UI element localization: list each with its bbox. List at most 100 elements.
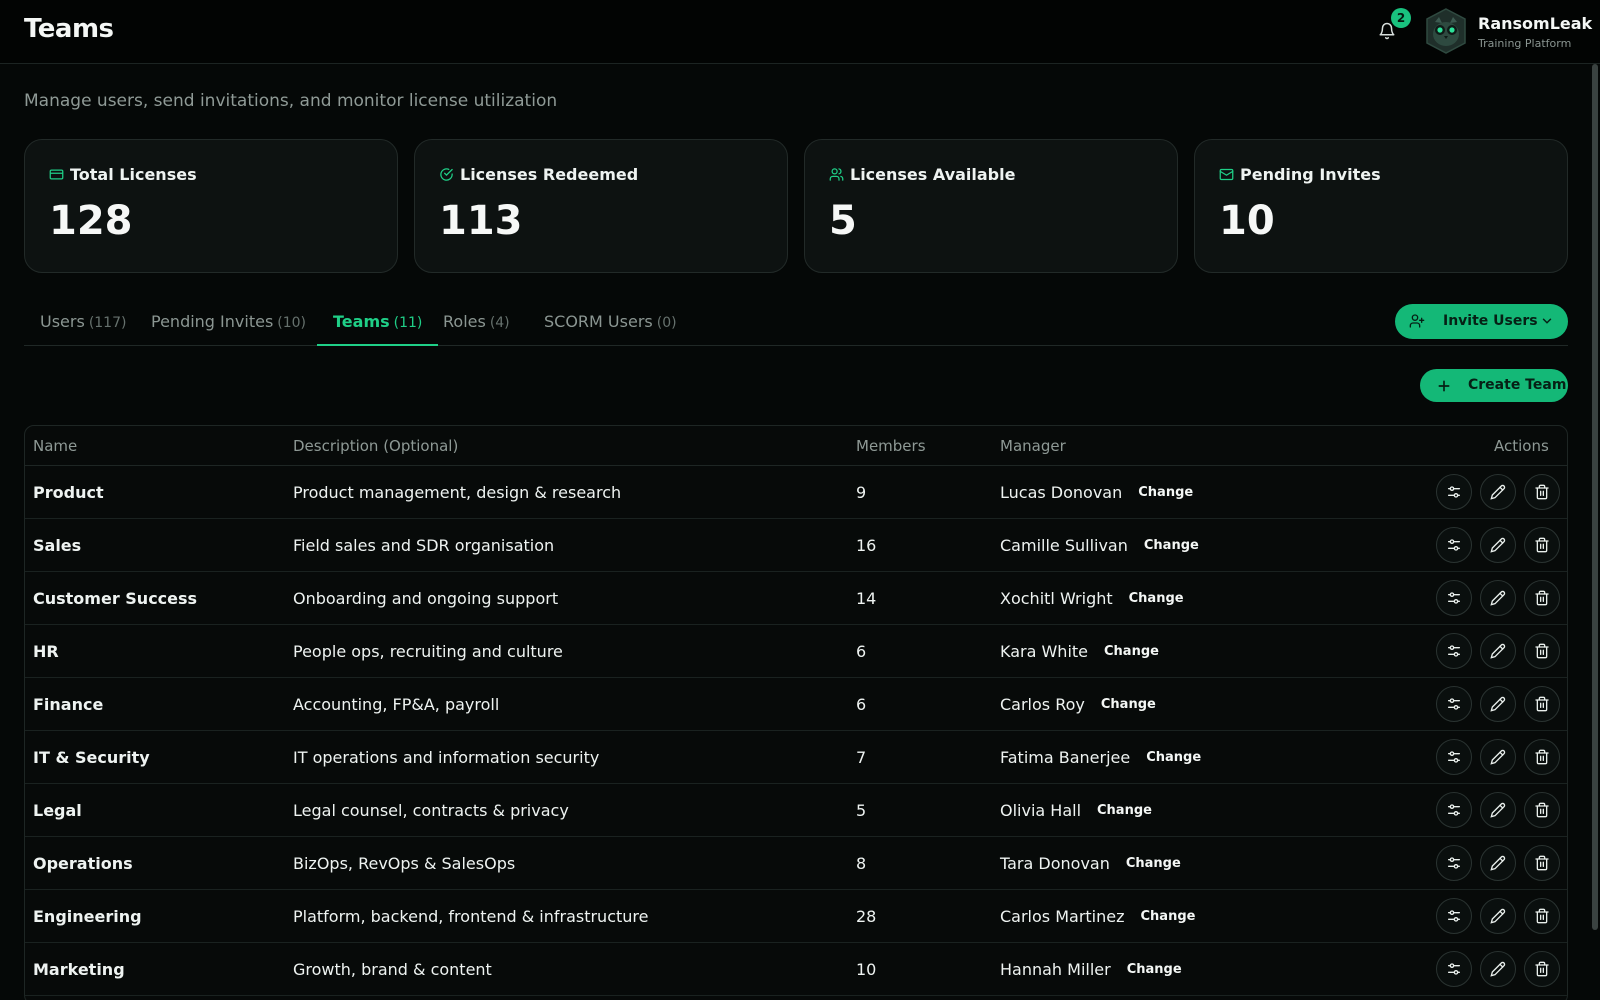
table-row[interactable]: Sales Field sales and SDR organisation 16 C… <box>25 519 1567 572</box>
edit-team-button[interactable] <box>1480 845 1516 881</box>
delete-team-button[interactable] <box>1524 633 1560 669</box>
owl-logo-avatar[interactable] <box>1424 8 1468 54</box>
edit-team-button[interactable] <box>1480 951 1516 987</box>
table-row[interactable]: HR People ops, recruiting and culture 6 Kar… <box>25 625 1567 678</box>
team-name: Finance <box>33 695 104 714</box>
sliders-icon <box>1448 486 1460 498</box>
delete-team-button[interactable] <box>1524 898 1560 934</box>
chevron-down-icon <box>1542 318 1552 324</box>
teams-table: Name Description (Optional) Members Mana… <box>24 425 1568 1000</box>
change-manager-button[interactable]: Change <box>1129 591 1184 606</box>
edit-team-button[interactable] <box>1480 792 1516 828</box>
manage-members-button[interactable] <box>1436 527 1472 563</box>
change-manager-button[interactable]: Change <box>1141 909 1196 924</box>
team-manager: Carlos Martinez Change <box>1000 907 1195 926</box>
team-name: IT & Security <box>33 748 150 767</box>
page-title: Teams <box>24 14 114 44</box>
manage-members-button[interactable] <box>1436 951 1472 987</box>
manage-members-button[interactable] <box>1436 633 1472 669</box>
tab-users[interactable]: Users (117) <box>40 312 126 346</box>
manage-members-button[interactable] <box>1436 474 1472 510</box>
manage-members-button[interactable] <box>1436 580 1472 616</box>
change-manager-button[interactable]: Change <box>1101 697 1156 712</box>
edit-team-button[interactable] <box>1480 739 1516 775</box>
stat-value: 113 <box>439 198 523 244</box>
table-row[interactable]: Customer Success Onboarding and ongoing s… <box>25 572 1567 625</box>
change-manager-button[interactable]: Change <box>1146 750 1201 765</box>
check-circle-icon <box>440 168 453 181</box>
sliders-icon <box>1448 804 1460 816</box>
page-subtitle: Manage users, send invitations, and moni… <box>24 91 558 111</box>
edit-team-button[interactable] <box>1480 898 1516 934</box>
table-row[interactable]: Finance Accounting, FP&A, payroll 6 Carlos … <box>25 678 1567 731</box>
table-row[interactable]: Engineering Platform, backend, frontend &… <box>25 890 1567 943</box>
team-manager: Carlos Roy Change <box>1000 695 1156 714</box>
pencil-icon <box>1490 802 1506 818</box>
delete-team-button[interactable] <box>1524 474 1560 510</box>
manager-name: Carlos Martinez <box>1000 907 1125 926</box>
user-plus-icon <box>1409 314 1425 328</box>
delete-team-button[interactable] <box>1524 527 1560 563</box>
manage-members-button[interactable] <box>1436 792 1472 828</box>
team-description: People ops, recruiting and culture <box>293 642 563 661</box>
team-description: Field sales and SDR organisation <box>293 536 555 555</box>
scrollbar[interactable] <box>1592 64 1598 930</box>
manage-members-button[interactable] <box>1436 898 1472 934</box>
team-description: Onboarding and ongoing support <box>293 589 559 608</box>
team-manager: Camille Sullivan Change <box>1000 536 1199 555</box>
edit-team-button[interactable] <box>1480 686 1516 722</box>
delete-team-button[interactable] <box>1524 739 1560 775</box>
delete-team-button[interactable] <box>1524 686 1560 722</box>
change-manager-button[interactable]: Change <box>1104 644 1159 659</box>
row-actions <box>1436 633 1560 669</box>
tab-roles[interactable]: Roles (4) <box>443 312 510 346</box>
table-row[interactable]: Operations BizOps, RevOps & SalesOps 8 Tara… <box>25 837 1567 890</box>
tab-pending-invites[interactable]: Pending Invites (10) <box>151 312 306 346</box>
change-manager-button[interactable]: Change <box>1126 856 1181 871</box>
delete-team-button[interactable] <box>1524 792 1560 828</box>
change-manager-button[interactable]: Change <box>1144 538 1199 553</box>
change-manager-button[interactable]: Change <box>1138 485 1193 500</box>
team-manager: Tara Donovan Change <box>1000 854 1181 873</box>
change-manager-button[interactable]: Change <box>1127 962 1182 977</box>
edit-team-button[interactable] <box>1480 580 1516 616</box>
team-manager: Fatima Banerjee Change <box>1000 748 1201 767</box>
team-manager: Xochitl Wright Change <box>1000 589 1184 608</box>
team-description: Product management, design & research <box>293 483 622 502</box>
edit-team-button[interactable] <box>1480 474 1516 510</box>
team-members-count: 10 <box>856 960 877 979</box>
row-actions <box>1436 792 1560 828</box>
delete-team-button[interactable] <box>1524 580 1560 616</box>
tab-scorm-users[interactable]: SCORM Users (0) <box>544 312 677 346</box>
stat-card-total-licenses: Total Licenses 128 <box>24 139 398 273</box>
manage-members-button[interactable] <box>1436 739 1472 775</box>
change-manager-button[interactable]: Change <box>1097 803 1152 818</box>
pencil-icon <box>1490 590 1506 606</box>
table-row[interactable]: Legal Legal counsel, contracts & privacy 5… <box>25 784 1567 837</box>
edit-team-button[interactable] <box>1480 527 1516 563</box>
team-members-count: 6 <box>856 642 867 661</box>
create-team-button[interactable]: Create Team <box>1420 369 1568 402</box>
edit-team-button[interactable] <box>1480 633 1516 669</box>
team-name: Operations <box>33 854 133 873</box>
manage-members-button[interactable] <box>1436 845 1472 881</box>
tab-teams[interactable]: Teams (11) <box>317 312 439 346</box>
team-members-count: 9 <box>856 483 867 502</box>
manage-members-button[interactable] <box>1436 686 1472 722</box>
column-header-actions: Actions <box>1494 437 1549 455</box>
team-manager: Lucas Donovan Change <box>1000 483 1193 502</box>
notification-badge: 2 <box>1391 8 1411 28</box>
row-actions <box>1436 845 1560 881</box>
table-row[interactable]: Product Product management, design & rese… <box>25 466 1567 519</box>
team-members-count: 5 <box>856 801 867 820</box>
delete-team-button[interactable] <box>1524 845 1560 881</box>
team-name: HR <box>33 642 59 661</box>
delete-team-button[interactable] <box>1524 951 1560 987</box>
manager-name: Carlos Roy <box>1000 695 1085 714</box>
stat-value: 128 <box>49 198 133 244</box>
top-bar: Teams 2 RansomLeak Training Platform <box>0 0 1600 64</box>
invite-users-button[interactable]: Invite Users <box>1395 304 1568 339</box>
table-row[interactable]: IT & Security IT operations and informati… <box>25 731 1567 784</box>
table-row[interactable]: Marketing Growth, brand & content 10 Hannah… <box>25 943 1567 996</box>
sliders-icon <box>1448 645 1460 657</box>
